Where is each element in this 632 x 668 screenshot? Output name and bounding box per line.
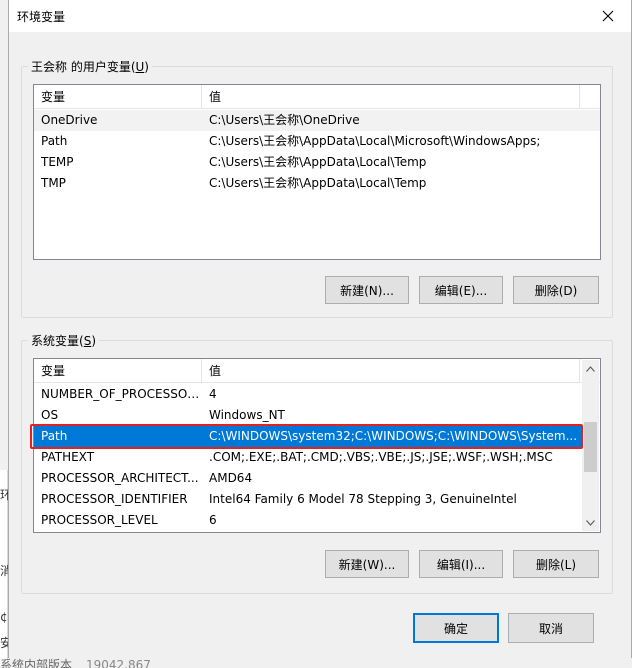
- title-bar[interactable]: 环境变量: [9, 0, 631, 32]
- table-row[interactable]: Path C:\Users\王会称\AppData\Local\Microsof…: [34, 131, 600, 152]
- environment-variables-dialog: 环境变量 王会称 的用户变量(U) 变量 值 OneDrive C:\Users…: [8, 0, 632, 658]
- system-variables-label: 系统变量(S): [28, 332, 99, 349]
- variable-value: 6: [209, 513, 217, 527]
- background-status-text: 系统内部版本: [0, 658, 73, 668]
- ok-button[interactable]: 确定: [413, 613, 499, 643]
- variable-name: Path: [41, 429, 68, 443]
- variable-name: PROCESSOR_IDENTIFIER: [41, 492, 188, 506]
- variable-value: Windows_NT: [209, 408, 285, 422]
- chevron-down-icon: [586, 519, 595, 526]
- variable-value: AMD64: [209, 471, 253, 485]
- system-new-button[interactable]: 新建(W)...: [325, 550, 409, 578]
- table-row[interactable]: PATHEXT .COM;.EXE;.BAT;.CMD;.VBS;.VBE;.J…: [34, 447, 583, 468]
- variable-name: NUMBER_OF_PROCESSORS: [41, 387, 202, 401]
- system-delete-button[interactable]: 删除(L): [513, 550, 599, 578]
- variable-name: TMP: [41, 176, 66, 190]
- table-row[interactable]: PROCESSOR_LEVEL 6: [34, 510, 583, 531]
- variable-value: C:\Users\王会称\AppData\Local\Microsoft\Win…: [209, 134, 541, 148]
- system-edit-button[interactable]: 编辑(I)...: [419, 550, 503, 578]
- close-button[interactable]: [585, 0, 631, 32]
- column-header-variable[interactable]: 变量: [34, 85, 202, 109]
- table-row[interactable]: PROCESSOR_IDENTIFIER Intel64 Family 6 Mo…: [34, 489, 583, 510]
- table-row[interactable]: PROCESSOR_ARCHITECT... AMD64: [34, 468, 583, 489]
- table-row[interactable]: OS Windows_NT: [34, 405, 583, 426]
- chevron-up-icon: [586, 365, 595, 372]
- scroll-up-arrow[interactable]: [582, 360, 599, 377]
- system-variables-list[interactable]: 变量 值 NUMBER_OF_PROCESSORS 4 OS Windows_N…: [33, 358, 601, 533]
- vertical-scrollbar[interactable]: [582, 360, 599, 531]
- close-icon: [602, 10, 614, 22]
- variable-value: Intel64 Family 6 Model 78 Stepping 3, Ge…: [209, 492, 517, 506]
- variable-name: TEMP: [41, 155, 74, 169]
- variable-name: Path: [41, 134, 68, 148]
- background-glyph: ¢: [0, 610, 8, 624]
- scroll-down-arrow[interactable]: [582, 514, 599, 531]
- variable-value: C:\Users\王会称\AppData\Local\Temp: [209, 155, 427, 169]
- list-header: 变量 值: [34, 85, 600, 109]
- list-header: 变量 值: [34, 359, 600, 383]
- column-header-variable[interactable]: 变量: [34, 359, 202, 383]
- variable-name: PATHEXT: [41, 450, 95, 464]
- user-new-button[interactable]: 新建(N)...: [325, 276, 409, 304]
- scroll-thumb[interactable]: [584, 422, 597, 472]
- dialog-title: 环境变量: [17, 10, 66, 24]
- variable-name: PROCESSOR_ARCHITECT...: [41, 471, 199, 485]
- variable-name: OS: [41, 408, 59, 422]
- variable-name: OneDrive: [41, 113, 98, 127]
- user-variables-label: 王会称 的用户变量(U): [28, 58, 152, 75]
- table-row[interactable]: NUMBER_OF_PROCESSORS 4: [34, 384, 583, 405]
- column-header-value[interactable]: 值: [202, 85, 580, 109]
- user-edit-button[interactable]: 编辑(E)...: [419, 276, 503, 304]
- user-delete-button[interactable]: 删除(D): [513, 276, 599, 304]
- variable-name: PROCESSOR_LEVEL: [41, 513, 158, 527]
- cancel-button[interactable]: 取消: [508, 613, 594, 643]
- variable-value: C:\WINDOWS\system32;C:\WINDOWS;C:\WINDOW…: [209, 429, 578, 443]
- variable-value: .COM;.EXE;.BAT;.CMD;.VBS;.VBE;.JS;.JSE;.…: [209, 450, 553, 464]
- variable-value: 4: [209, 387, 217, 401]
- table-row[interactable]: OneDrive C:\Users\王会称\OneDrive: [34, 110, 600, 131]
- variable-value: C:\Users\王会称\AppData\Local\Temp: [209, 176, 427, 190]
- variable-value: C:\Users\王会称\OneDrive: [209, 113, 360, 127]
- table-row[interactable]: TEMP C:\Users\王会称\AppData\Local\Temp: [34, 152, 600, 173]
- background-window-edge: 环 消 ¢ 安: [0, 470, 12, 666]
- column-header-value[interactable]: 值: [202, 359, 580, 383]
- table-row-selected[interactable]: Path C:\WINDOWS\system32;C:\WINDOWS;C:\W…: [34, 426, 583, 447]
- user-variables-list[interactable]: 变量 值 OneDrive C:\Users\王会称\OneDrive Path…: [33, 84, 601, 260]
- background-status-number: 19042.867: [86, 658, 151, 668]
- table-row[interactable]: TMP C:\Users\王会称\AppData\Local\Temp: [34, 173, 600, 194]
